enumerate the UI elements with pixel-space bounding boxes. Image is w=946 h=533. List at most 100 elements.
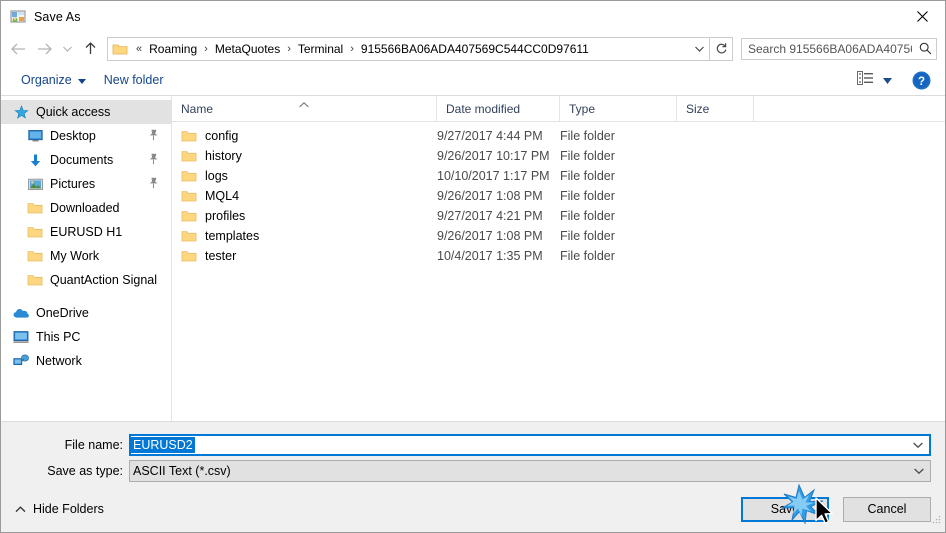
- file-date-cell: 9/26/2017 10:17 PM: [437, 149, 550, 163]
- this-pc-icon: [13, 329, 29, 345]
- file-name-cell: templates: [172, 229, 437, 243]
- sidebar-item-label: Desktop: [50, 129, 96, 143]
- up-arrow-icon[interactable]: [77, 36, 103, 62]
- folder-icon: [181, 209, 197, 223]
- cancel-button[interactable]: Cancel: [843, 496, 931, 522]
- save-as-type-value: ASCII Text (*.csv): [133, 464, 231, 478]
- change-view-button[interactable]: [853, 68, 896, 92]
- new-folder-button[interactable]: New folder: [98, 68, 170, 92]
- breadcrumb-separator[interactable]: ›: [282, 43, 296, 55]
- onedrive-icon: [13, 305, 29, 321]
- save-options-panel: File name: EURUSD2 Save as type: ASCII T…: [1, 421, 945, 532]
- resize-grip-icon[interactable]: [931, 512, 942, 530]
- table-row[interactable]: config 9/27/2017 4:44 PM File folder: [172, 126, 945, 146]
- pin-icon[interactable]: [148, 153, 159, 168]
- file-date-cell: 9/27/2017 4:44 PM: [437, 129, 543, 143]
- close-button[interactable]: [899, 1, 945, 32]
- sidebar-item-documents[interactable]: Documents: [1, 148, 171, 172]
- file-name-label: File name:: [64, 438, 123, 452]
- column-header-name[interactable]: Name: [172, 96, 437, 121]
- save-button[interactable]: Save: [741, 496, 829, 522]
- search-input[interactable]: [742, 40, 914, 57]
- breadcrumb-item-metaquotes[interactable]: MetaQuotes: [213, 41, 282, 57]
- organize-button[interactable]: Organize: [15, 68, 92, 92]
- file-type-cell: File folder: [560, 149, 615, 163]
- breadcrumb-prefix: «: [136, 42, 143, 55]
- column-header-type[interactable]: Type: [560, 96, 677, 121]
- address-dropdown-icon[interactable]: [689, 46, 709, 52]
- search-box[interactable]: [741, 37, 937, 60]
- file-name-value: EURUSD2: [131, 437, 195, 453]
- file-name-dropdown-icon[interactable]: [907, 442, 929, 448]
- chevron-up-icon: [15, 502, 26, 516]
- breadcrumb-separator[interactable]: ›: [345, 43, 359, 55]
- sidebar-item-label: This PC: [36, 330, 81, 344]
- file-date-cell: 10/10/2017 1:17 PM: [437, 169, 550, 183]
- folder-icon: [27, 200, 43, 216]
- svg-text:?: ?: [918, 76, 925, 88]
- refresh-icon[interactable]: [710, 36, 733, 61]
- file-name-label: profiles: [205, 209, 246, 223]
- dialog-body: Quick access Desktop Documents Pictures …: [1, 96, 945, 421]
- view-chevron-down-icon: [883, 71, 892, 89]
- column-headers: Name Date modified Type Size: [172, 96, 945, 122]
- hide-folders-button[interactable]: Hide Folders: [11, 502, 104, 516]
- new-folder-label: New folder: [103, 73, 164, 87]
- address-bar-row: « Roaming › MetaQuotes › Terminal › 9155…: [1, 32, 945, 65]
- organize-label: Organize: [21, 73, 72, 87]
- breadcrumb-item-terminal[interactable]: Terminal: [296, 41, 345, 57]
- pin-icon[interactable]: [148, 129, 159, 144]
- back-arrow-icon[interactable]: [5, 36, 31, 62]
- column-header-size[interactable]: Size: [677, 96, 754, 121]
- file-name-label: history: [205, 149, 242, 163]
- search-icon: [914, 42, 936, 55]
- save-as-type-row: Save as type: ASCII Text (*.csv): [1, 460, 945, 482]
- navigation-pane: Quick access Desktop Documents Pictures …: [1, 96, 172, 421]
- save-as-type-label: Save as type:: [47, 464, 123, 478]
- recent-locations-icon[interactable]: [57, 36, 77, 62]
- sort-ascending-icon: [299, 97, 310, 111]
- list-view-icon: [857, 70, 874, 90]
- file-name-input[interactable]: EURUSD2: [129, 434, 931, 456]
- sidebar-item-this-pc[interactable]: This PC: [1, 325, 171, 349]
- sidebar-item-downloaded[interactable]: Downloaded: [1, 196, 171, 220]
- sidebar-item-network[interactable]: Network: [1, 349, 171, 373]
- address-bar[interactable]: « Roaming › MetaQuotes › Terminal › 9155…: [107, 36, 710, 61]
- table-row[interactable]: templates 9/26/2017 1:08 PM File folder: [172, 226, 945, 246]
- help-icon: ?: [912, 71, 931, 89]
- table-row[interactable]: MQL4 9/26/2017 1:08 PM File folder: [172, 186, 945, 206]
- file-date-cell: 9/26/2017 1:08 PM: [437, 229, 543, 243]
- title-bar: Save As: [1, 1, 945, 32]
- file-name-cell: tester: [172, 249, 437, 263]
- table-row[interactable]: profiles 9/27/2017 4:21 PM File folder: [172, 206, 945, 226]
- sidebar-item-desktop[interactable]: Desktop: [1, 124, 171, 148]
- table-row[interactable]: history 9/26/2017 10:17 PM File folder: [172, 146, 945, 166]
- pin-icon[interactable]: [148, 177, 159, 192]
- breadcrumb-item-guid[interactable]: 915566BA06ADA407569C544CC0D97611: [359, 41, 591, 57]
- sidebar-item-quantaction-signal[interactable]: QuantAction Signal: [1, 268, 171, 292]
- table-row[interactable]: logs 10/10/2017 1:17 PM File folder: [172, 166, 945, 186]
- folder-icon: [27, 224, 43, 240]
- forward-arrow-icon[interactable]: [31, 36, 57, 62]
- sidebar-item-onedrive[interactable]: OneDrive: [1, 301, 171, 325]
- breadcrumb-item-roaming[interactable]: Roaming: [147, 41, 199, 57]
- table-row[interactable]: tester 10/4/2017 1:35 PM File folder: [172, 246, 945, 266]
- save-as-type-select[interactable]: ASCII Text (*.csv): [129, 460, 931, 482]
- sidebar-item-label: EURUSD H1: [50, 225, 123, 239]
- save-as-type-dropdown-icon[interactable]: [908, 468, 930, 474]
- column-header-label: Size: [686, 101, 710, 116]
- breadcrumb-separator[interactable]: ›: [199, 43, 213, 55]
- sidebar-item-my-work[interactable]: My Work: [1, 244, 171, 268]
- help-button[interactable]: ?: [912, 71, 931, 90]
- sidebar-item-eurusd-h1[interactable]: EURUSD H1: [1, 220, 171, 244]
- column-header-label: Name: [181, 101, 214, 116]
- pictures-icon: [27, 176, 43, 192]
- sidebar-item-pictures[interactable]: Pictures: [1, 172, 171, 196]
- file-name-label: config: [205, 129, 239, 143]
- file-name-cell: history: [172, 149, 437, 163]
- sidebar-item-quick-access[interactable]: Quick access: [1, 100, 171, 124]
- column-header-date-modified[interactable]: Date modified: [437, 96, 560, 121]
- file-list[interactable]: config 9/27/2017 4:44 PM File folder his…: [172, 122, 945, 421]
- folder-icon: [181, 229, 197, 243]
- file-name-label: tester: [205, 249, 237, 263]
